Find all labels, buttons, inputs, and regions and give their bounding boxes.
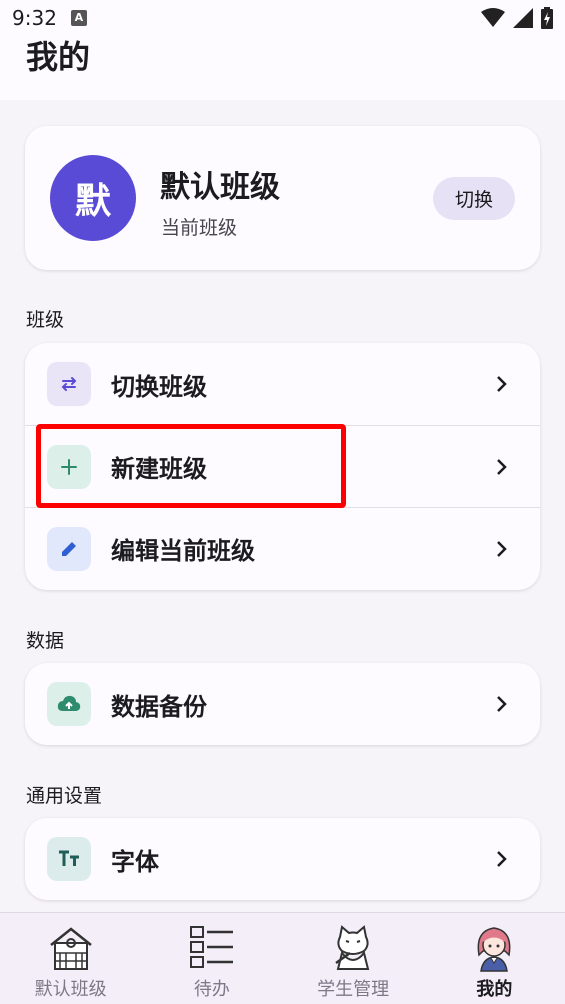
wifi-icon — [481, 8, 505, 27]
chevron-right-icon — [497, 696, 507, 712]
switch-class-button[interactable]: 切换 — [433, 177, 515, 220]
menu-item-label: 字体 — [111, 846, 159, 876]
class-avatar: 默 — [50, 155, 136, 241]
menu-item-data-backup[interactable]: 数据备份 — [25, 663, 540, 745]
signal-icon — [513, 8, 533, 28]
nav-label: 我的 — [476, 979, 513, 1000]
menu-item-new-class[interactable]: 新建班级 — [25, 425, 540, 507]
cat-student-icon — [335, 925, 370, 970]
class-settings-card: 切换班级 新建班级 编辑当前班级 — [25, 343, 540, 590]
menu-item-font[interactable]: 字体 — [25, 818, 540, 900]
section-title-class: 班级 — [26, 309, 65, 331]
girl-avatar-icon — [477, 927, 511, 972]
chevron-right-icon — [497, 458, 507, 475]
menu-item-edit-class[interactable]: 编辑当前班级 — [25, 507, 540, 589]
font-size-icon — [47, 837, 91, 881]
section-title-general: 通用设置 — [26, 785, 103, 807]
menu-item-switch-class[interactable]: 切换班级 — [25, 343, 540, 425]
chevron-right-icon — [497, 376, 507, 392]
status-time: 9:32 — [12, 6, 57, 30]
page-title: 我的 — [26, 38, 91, 76]
menu-item-label: 数据备份 — [111, 691, 207, 721]
chevron-right-icon — [497, 540, 507, 557]
section-title-data: 数据 — [26, 630, 65, 652]
cloud-upload-icon — [47, 682, 91, 726]
data-settings-card: 数据备份 — [25, 663, 540, 745]
nav-item-student-management[interactable]: 学生管理 — [283, 913, 424, 1004]
nav-label: 待办 — [193, 979, 230, 1000]
bottom-navigation: 默认班级 待办 学生管理 我的 — [0, 912, 565, 1004]
swap-icon — [47, 362, 91, 406]
top-app-bar: 9:32 A 我的 — [0, 0, 565, 100]
pencil-icon — [47, 526, 91, 571]
status-icons — [481, 7, 553, 29]
class-subtitle: 当前班级 — [161, 217, 238, 239]
school-building-icon — [49, 927, 92, 970]
nav-label: 默认班级 — [34, 979, 107, 1000]
nav-item-default-class[interactable]: 默认班级 — [0, 913, 141, 1004]
menu-item-label: 编辑当前班级 — [111, 536, 255, 565]
nav-item-mine[interactable]: 我的 — [424, 913, 565, 1004]
menu-item-label: 新建班级 — [111, 454, 207, 483]
current-class-card: 默 默认班级 当前班级 切换 — [25, 126, 540, 270]
plus-icon — [47, 444, 91, 489]
chevron-right-icon — [497, 851, 507, 867]
class-name: 默认班级 — [160, 170, 280, 205]
menu-item-label: 切换班级 — [111, 371, 207, 401]
status-bar: 9:32 A — [0, 0, 565, 36]
notification-icon: A — [70, 10, 87, 26]
nav-label: 学生管理 — [317, 979, 390, 1000]
todo-list-icon — [189, 926, 233, 968]
nav-item-todo[interactable]: 待办 — [141, 913, 282, 1004]
battery-icon — [541, 7, 553, 29]
general-settings-card: 字体 — [25, 818, 540, 900]
